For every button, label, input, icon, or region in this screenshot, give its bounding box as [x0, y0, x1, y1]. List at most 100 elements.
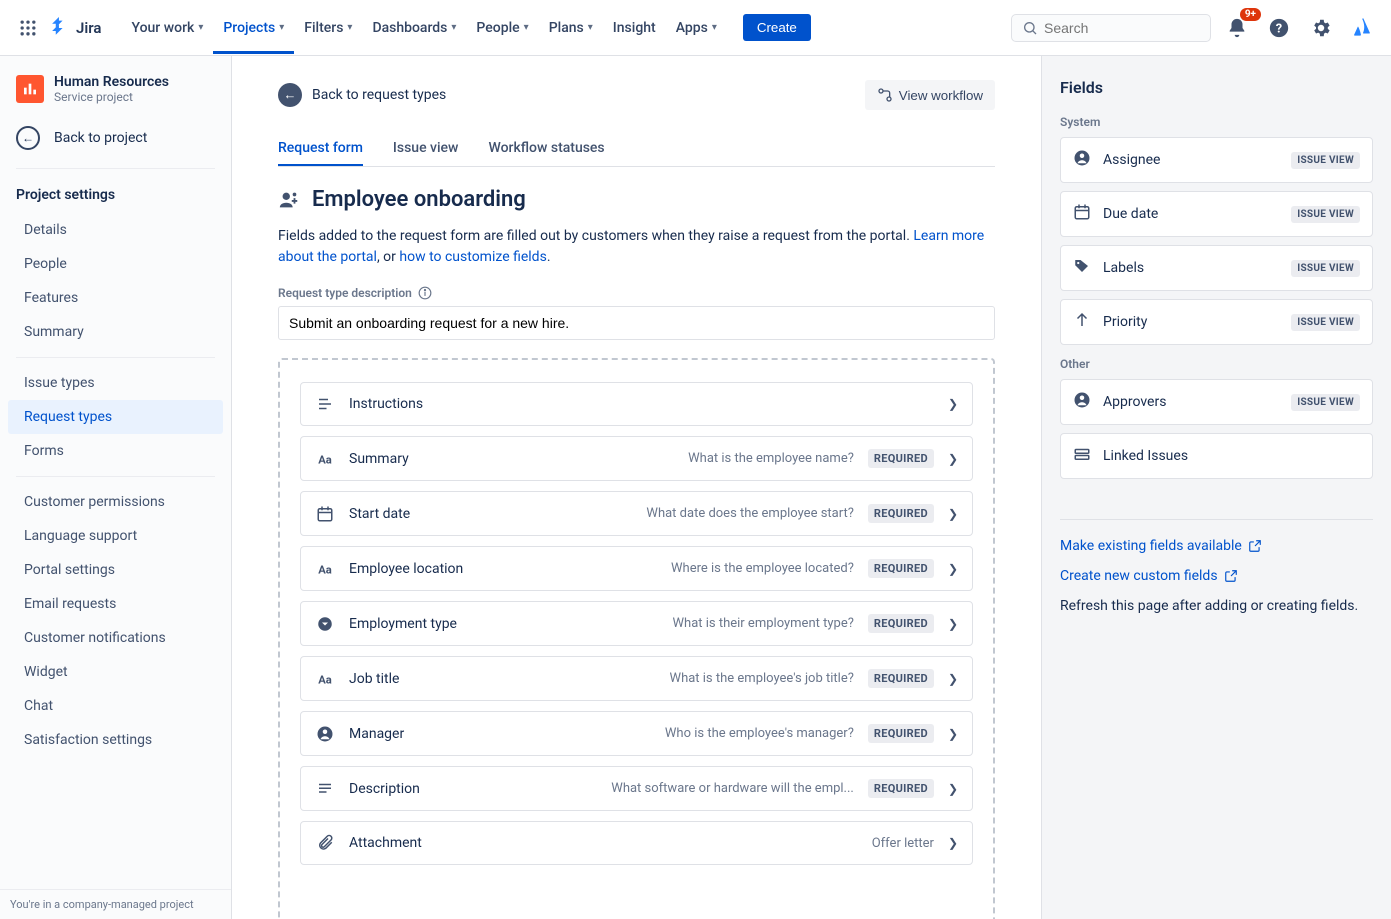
- field-label: Job title: [349, 671, 399, 687]
- nav-people[interactable]: People▾: [466, 14, 538, 42]
- help-icon[interactable]: ?: [1263, 12, 1295, 44]
- field-employee-location[interactable]: AaEmployee locationWhere is the employee…: [300, 546, 973, 591]
- chevron-down-icon: ▾: [198, 22, 203, 33]
- other-section-label: Other: [1060, 357, 1373, 371]
- search-box[interactable]: [1011, 14, 1211, 42]
- description-input[interactable]: [278, 306, 995, 340]
- nav-right: 9+ ?: [1011, 12, 1379, 44]
- chevron-right-icon: ❯: [948, 507, 958, 521]
- nav-dashboards[interactable]: Dashboards▾: [362, 14, 466, 42]
- nav-insight[interactable]: Insight: [603, 14, 666, 42]
- tab-request-form[interactable]: Request form: [278, 132, 363, 166]
- view-workflow-button[interactable]: View workflow: [865, 80, 995, 110]
- field-hint: What is the employee name?: [688, 451, 854, 466]
- make-fields-available-link[interactable]: Make existing fields available: [1060, 538, 1373, 554]
- field-summary[interactable]: AaSummaryWhat is the employee name?REQUI…: [300, 436, 973, 481]
- field-employment-type[interactable]: Employment typeWhat is their employment …: [300, 601, 973, 646]
- sidebar-item-people[interactable]: People: [8, 247, 223, 281]
- external-link-icon: [1248, 539, 1262, 553]
- nav-filters[interactable]: Filters▾: [294, 14, 362, 42]
- customize-fields-link[interactable]: how to customize fields: [399, 249, 546, 265]
- main-content: ← Back to request types View workflow Re…: [232, 56, 1041, 919]
- field-description[interactable]: DescriptionWhat software or hardware wil…: [300, 766, 973, 811]
- link-icon: [1073, 445, 1091, 467]
- sidebar-item-customer-notifications[interactable]: Customer notifications: [8, 621, 223, 655]
- sidebar-item-portal-settings[interactable]: Portal settings: [8, 553, 223, 587]
- project-type: Service project: [54, 90, 169, 104]
- available-field-labels[interactable]: LabelsISSUE VIEW: [1060, 245, 1373, 291]
- fields-dropzone[interactable]: Instructions❯ AaSummaryWhat is the employ…: [278, 358, 995, 919]
- chevron-down-icon: ▾: [524, 22, 529, 33]
- available-field-approvers[interactable]: ApproversISSUE VIEW: [1060, 379, 1373, 425]
- back-to-request-types[interactable]: ← Back to request types: [278, 83, 446, 107]
- back-arrow-icon: ←: [16, 126, 40, 150]
- available-field-linked-issues[interactable]: Linked Issues: [1060, 433, 1373, 479]
- app-switcher-icon[interactable]: [12, 12, 44, 44]
- sidebar-item-widget[interactable]: Widget: [8, 655, 223, 689]
- sidebar-footer: You're in a company-managed project: [0, 889, 231, 919]
- chevron-right-icon: ❯: [948, 836, 958, 850]
- available-field-priority[interactable]: PriorityISSUE VIEW: [1060, 299, 1373, 345]
- settings-icon[interactable]: [1305, 12, 1337, 44]
- field-instructions[interactable]: Instructions❯: [300, 382, 973, 426]
- back-to-project[interactable]: ← Back to project: [0, 116, 231, 160]
- person-icon: [1073, 391, 1091, 413]
- available-field-assignee[interactable]: AssigneeISSUE VIEW: [1060, 137, 1373, 183]
- fields-panel-title: Fields: [1060, 78, 1373, 97]
- sidebar-item-language-support[interactable]: Language support: [8, 519, 223, 553]
- text-icon: Aa: [315, 670, 335, 688]
- notifications-badge: 9+: [1240, 8, 1261, 21]
- person-icon: [315, 725, 335, 743]
- description-label: Request type description: [278, 286, 995, 300]
- person-icon: [1073, 149, 1091, 171]
- field-hint: Who is the employee's manager?: [665, 726, 854, 741]
- chevron-down-icon: ▾: [279, 22, 284, 33]
- search-input[interactable]: [1044, 20, 1200, 36]
- required-badge: REQUIRED: [868, 779, 934, 798]
- tabs: Request form Issue view Workflow statuses: [278, 132, 995, 167]
- nav-plans[interactable]: Plans▾: [539, 14, 603, 42]
- project-header[interactable]: Human Resources Service project: [0, 56, 231, 116]
- tab-workflow-statuses[interactable]: Workflow statuses: [488, 132, 604, 166]
- field-label: Due date: [1103, 206, 1158, 222]
- chevron-right-icon: ❯: [948, 672, 958, 686]
- create-custom-fields-link[interactable]: Create new custom fields: [1060, 568, 1373, 584]
- field-job-title[interactable]: AaJob titleWhat is the employee's job ti…: [300, 656, 973, 701]
- project-name: Human Resources: [54, 74, 169, 90]
- sidebar-item-email-requests[interactable]: Email requests: [8, 587, 223, 621]
- atlassian-icon[interactable]: [1347, 12, 1379, 44]
- attachment-icon: [315, 834, 335, 852]
- create-button[interactable]: Create: [743, 14, 811, 41]
- notifications-icon[interactable]: 9+: [1221, 12, 1253, 44]
- search-icon: [1022, 20, 1038, 36]
- sidebar-item-issue-types[interactable]: Issue types: [8, 366, 223, 400]
- sidebar-item-details[interactable]: Details: [8, 213, 223, 247]
- sidebar-item-summary[interactable]: Summary: [8, 315, 223, 349]
- field-label: Approvers: [1103, 394, 1166, 410]
- field-attachment[interactable]: AttachmentOffer letter❯: [300, 821, 973, 865]
- field-start-date[interactable]: Start dateWhat date does the employee st…: [300, 491, 973, 536]
- jira-logo[interactable]: Jira: [48, 17, 101, 39]
- svg-text:Aa: Aa: [318, 563, 332, 576]
- sidebar-item-satisfaction-settings[interactable]: Satisfaction settings: [8, 723, 223, 757]
- sidebar-item-customer-permissions[interactable]: Customer permissions: [8, 485, 223, 519]
- issue-view-badge: ISSUE VIEW: [1291, 314, 1360, 331]
- sidebar-item-features[interactable]: Features: [8, 281, 223, 315]
- project-settings-title: Project settings: [0, 177, 231, 213]
- field-manager[interactable]: ManagerWho is the employee's manager?REQ…: [300, 711, 973, 756]
- text-icon: Aa: [315, 450, 335, 468]
- chevron-right-icon: ❯: [948, 617, 958, 631]
- sidebar-item-request-types[interactable]: Request types: [8, 400, 223, 434]
- divider: [16, 476, 215, 477]
- field-hint: Where is the employee located?: [671, 561, 854, 576]
- chevron-right-icon: ❯: [948, 782, 958, 796]
- required-badge: REQUIRED: [868, 559, 934, 578]
- info-icon[interactable]: [418, 286, 432, 300]
- available-field-due-date[interactable]: Due dateISSUE VIEW: [1060, 191, 1373, 237]
- sidebar-item-forms[interactable]: Forms: [8, 434, 223, 468]
- sidebar-item-chat[interactable]: Chat: [8, 689, 223, 723]
- nav-your-work[interactable]: Your work▾: [121, 14, 213, 42]
- tab-issue-view[interactable]: Issue view: [393, 132, 459, 166]
- nav-projects[interactable]: Projects▾: [213, 2, 294, 54]
- nav-apps[interactable]: Apps▾: [666, 14, 727, 42]
